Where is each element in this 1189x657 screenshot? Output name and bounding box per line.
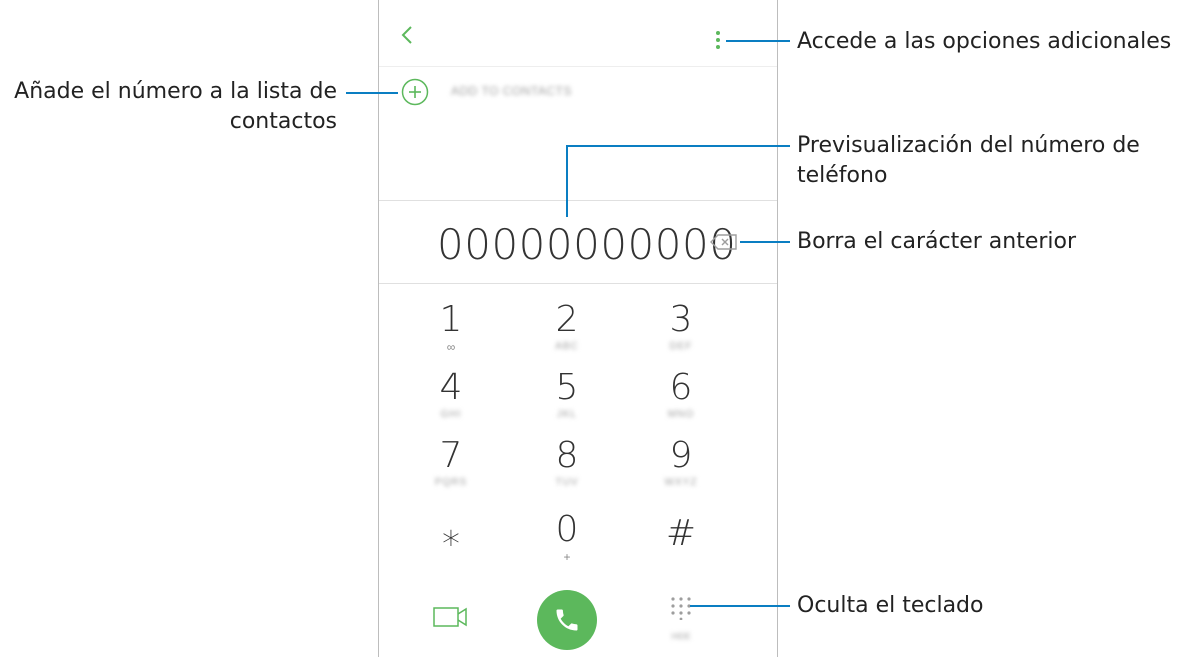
add-contact-icon[interactable] bbox=[401, 78, 429, 106]
callout-delete-char: Borra el carácter anterior bbox=[797, 229, 1077, 254]
key-digit: # bbox=[665, 513, 697, 554]
callout-line bbox=[690, 605, 790, 607]
key-digit: 0 bbox=[555, 509, 579, 550]
key-2[interactable]: 2 ABC bbox=[507, 300, 627, 370]
callout-more-options: Accede a las opciones adicionales bbox=[797, 29, 1172, 54]
key-digit: ⁎ bbox=[442, 513, 460, 554]
key-4[interactable]: 4 GHI bbox=[391, 368, 511, 438]
key-letters: WXYZ bbox=[664, 477, 698, 488]
callout-add-contact: Añade el número a la lista de contactos bbox=[0, 77, 337, 137]
key-digit: 9 bbox=[669, 435, 693, 476]
add-to-contacts-label[interactable]: ADD TO CONTACTS bbox=[451, 84, 572, 98]
callout-line bbox=[740, 241, 790, 243]
divider bbox=[379, 200, 777, 201]
call-button[interactable] bbox=[537, 590, 597, 650]
key-9[interactable]: 9 WXYZ bbox=[621, 436, 741, 506]
key-letters: TUV bbox=[555, 477, 579, 488]
add-to-contacts-row[interactable]: ADD TO CONTACTS bbox=[379, 70, 777, 114]
key-letters: ABC bbox=[555, 341, 579, 352]
dialpad-icon[interactable] bbox=[669, 596, 693, 620]
key-letters: DEF bbox=[669, 341, 693, 352]
key-letters: JKL bbox=[556, 409, 578, 420]
key-digit: 2 bbox=[555, 299, 579, 340]
key-hash[interactable]: # bbox=[621, 514, 741, 584]
callout-line bbox=[566, 145, 790, 147]
key-digit: 4 bbox=[439, 367, 463, 408]
callout-hide-keypad: Oculta el teclado bbox=[797, 593, 984, 618]
key-digit: 1 bbox=[439, 299, 463, 340]
key-letters: PQRS bbox=[434, 477, 468, 488]
phone-icon bbox=[556, 609, 578, 631]
callout-add-contact-line1: Añade el número a la lista de bbox=[14, 79, 337, 104]
key-digit: 8 bbox=[555, 435, 579, 476]
callout-line bbox=[346, 92, 398, 94]
key-1[interactable]: 1 ∞ bbox=[391, 300, 511, 370]
key-5[interactable]: 5 JKL bbox=[507, 368, 627, 438]
key-letters: MNO bbox=[667, 409, 695, 420]
callout-line bbox=[726, 40, 790, 42]
callout-preview-line1: Previsualización del número de bbox=[797, 133, 1140, 158]
top-bar bbox=[379, 0, 777, 67]
key-digit: 7 bbox=[439, 435, 463, 476]
hide-keypad-label: HIDE bbox=[671, 632, 691, 641]
key-6[interactable]: 6 MNO bbox=[621, 368, 741, 438]
key-plus: + bbox=[563, 550, 571, 564]
callout-line bbox=[566, 145, 568, 217]
backspace-icon[interactable] bbox=[709, 232, 739, 252]
key-digit: 5 bbox=[555, 367, 579, 408]
key-digit: 6 bbox=[669, 367, 693, 408]
key-letters: GHI bbox=[440, 409, 462, 420]
key-star[interactable]: ⁎ bbox=[391, 514, 511, 584]
divider bbox=[379, 283, 777, 284]
callout-preview-line2: teléfono bbox=[797, 163, 888, 188]
more-options-icon[interactable] bbox=[713, 30, 723, 52]
callout-number-preview: Previsualización del número de teléfono bbox=[797, 131, 1140, 191]
voicemail-icon: ∞ bbox=[446, 340, 456, 354]
key-8[interactable]: 8 TUV bbox=[507, 436, 627, 506]
key-0[interactable]: 0 + bbox=[507, 510, 627, 580]
key-7[interactable]: 7 PQRS bbox=[391, 436, 511, 506]
key-3[interactable]: 3 DEF bbox=[621, 300, 741, 370]
phone-dialer-screen: ADD TO CONTACTS 00000000000 1 ∞ 2 ABC 3 … bbox=[378, 0, 778, 657]
back-arrow-icon[interactable] bbox=[397, 24, 419, 46]
phone-number-preview: 00000000000 bbox=[437, 220, 737, 269]
callout-add-contact-line2: contactos bbox=[229, 109, 337, 134]
video-call-icon[interactable] bbox=[433, 606, 469, 628]
key-digit: 3 bbox=[669, 299, 693, 340]
